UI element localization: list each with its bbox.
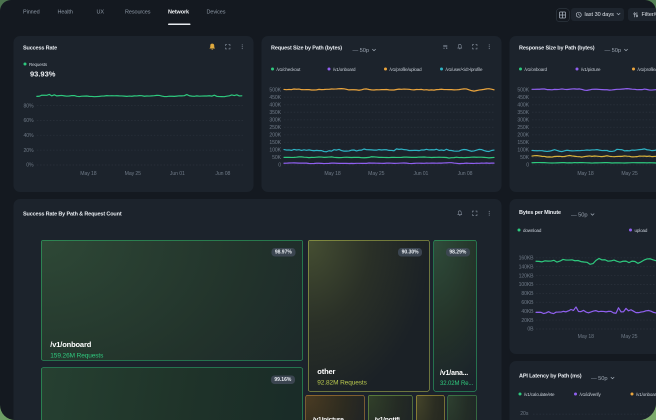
svg-text:120KB: 120KB [519, 273, 535, 279]
svg-text:450K: 450K [517, 95, 529, 101]
svg-text:May 25: May 25 [621, 334, 637, 340]
svg-text:500K: 500K [517, 87, 529, 93]
svg-text:May 18: May 18 [578, 334, 594, 340]
svg-text:May 18: May 18 [324, 171, 340, 177]
svg-text:150K: 150K [517, 140, 529, 146]
svg-text:300K: 300K [517, 117, 529, 123]
svg-text:150K: 150K [269, 140, 281, 146]
svg-text:300K: 300K [269, 117, 281, 123]
svg-text:100K: 100K [269, 148, 281, 154]
svg-text:May 25: May 25 [621, 171, 637, 177]
svg-text:0B: 0B [527, 327, 534, 333]
svg-text:400K: 400K [517, 102, 529, 108]
svg-text:0: 0 [526, 163, 529, 169]
svg-text:50K: 50K [272, 155, 282, 161]
svg-text:May 25: May 25 [368, 171, 384, 177]
svg-text:40%: 40% [24, 133, 35, 139]
svg-text:40KB: 40KB [521, 309, 534, 315]
svg-text:50K: 50K [520, 155, 530, 161]
svg-text:160KB: 160KB [519, 255, 535, 261]
svg-text:400K: 400K [269, 102, 281, 108]
svg-text:Jun 08: Jun 08 [458, 171, 473, 177]
svg-text:500K: 500K [269, 87, 281, 93]
svg-text:140KB: 140KB [519, 264, 535, 270]
svg-text:Jun 01: Jun 01 [413, 171, 428, 177]
svg-text:80%: 80% [24, 103, 35, 109]
svg-text:250K: 250K [517, 125, 529, 131]
svg-text:May 18: May 18 [577, 171, 593, 177]
svg-text:20s: 20s [520, 411, 529, 417]
svg-text:450K: 450K [269, 95, 281, 101]
svg-text:200K: 200K [269, 132, 281, 138]
svg-text:20%: 20% [24, 148, 35, 154]
svg-text:350K: 350K [269, 110, 281, 116]
svg-text:100K: 100K [517, 148, 529, 154]
svg-text:0%: 0% [26, 163, 34, 169]
svg-text:60%: 60% [24, 118, 35, 124]
svg-text:250K: 250K [269, 125, 281, 131]
svg-text:100KB: 100KB [519, 282, 535, 288]
svg-text:Jun 08: Jun 08 [215, 171, 230, 177]
svg-text:350K: 350K [517, 110, 529, 116]
svg-text:May 18: May 18 [80, 171, 96, 177]
svg-text:80KB: 80KB [521, 291, 534, 297]
svg-text:0: 0 [278, 163, 281, 169]
svg-text:200K: 200K [517, 132, 529, 138]
svg-text:20KB: 20KB [521, 318, 534, 324]
svg-text:60KB: 60KB [521, 300, 534, 306]
svg-text:May 25: May 25 [125, 171, 141, 177]
svg-text:Jun 01: Jun 01 [170, 171, 185, 177]
